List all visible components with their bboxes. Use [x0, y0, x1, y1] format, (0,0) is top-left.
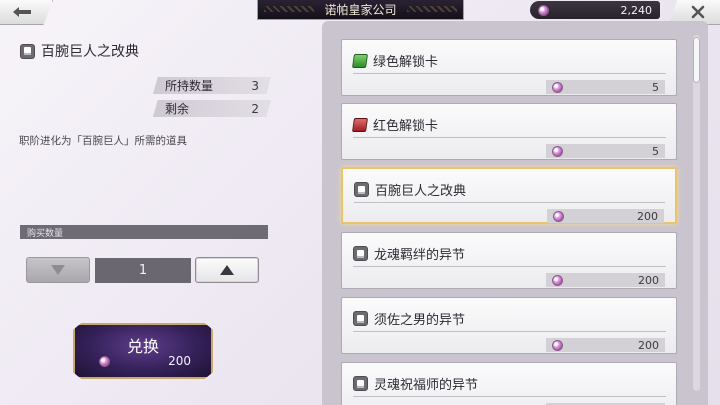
close-icon: [691, 5, 705, 19]
shop-item-price: 200: [546, 273, 665, 287]
exchange-cost: 200: [99, 354, 191, 368]
triangle-up-icon: [220, 265, 234, 275]
shop-item-name-row: 红色解锁卡: [352, 115, 439, 134]
shop-item-name-row: 灵魂祝福师的异节: [353, 374, 478, 393]
back-button[interactable]: [0, 0, 53, 25]
back-arrow-icon: [13, 7, 31, 17]
book-icon: [353, 376, 368, 391]
shop-item-soul-blesser[interactable]: 灵魂祝福师的异节 200: [341, 362, 677, 405]
divider: [353, 266, 666, 267]
title-bar: 诺帕皇家公司: [257, 0, 464, 20]
exchange-cost-value: 200: [168, 354, 191, 368]
purchase-qty-header: 购买数量: [20, 225, 268, 239]
divider: [353, 73, 666, 74]
shop-item-price: 5: [546, 144, 665, 158]
shop-item-name-row: 百腕巨人之改典: [354, 180, 466, 199]
shop-item-label: 龙魂羁绊的异节: [374, 248, 466, 263]
shop-item-label: 须佐之男的异节: [374, 313, 466, 328]
divider: [353, 396, 666, 397]
shop-item-list[interactable]: 绿色解锁卡 5 红色解锁卡 5 百腕巨人之改典 200 龙魂羁绊的异节 200 …: [322, 21, 708, 405]
shop-item-name-row: 绿色解锁卡: [352, 51, 439, 70]
shop-item-label: 百腕巨人之改典: [375, 184, 467, 199]
book-icon: [20, 43, 35, 59]
shop-item-price-value: 5: [652, 80, 659, 94]
scrollbar-thumb[interactable]: [693, 37, 700, 83]
shop-item-label: 红色解锁卡: [373, 119, 439, 134]
gem-icon: [99, 355, 110, 367]
currency-display: 2,240: [530, 1, 660, 19]
shop-item-price-value: 200: [638, 273, 659, 287]
book-icon: [354, 182, 369, 197]
shop-item-susanoo[interactable]: 须佐之男的异节 200: [341, 297, 677, 354]
divider: [353, 137, 666, 138]
divider: [354, 202, 665, 203]
shop-item-price: 200: [547, 209, 664, 223]
list-scrollbar[interactable]: [693, 35, 700, 391]
shop-item-red-unlock-card[interactable]: 红色解锁卡 5: [341, 103, 677, 160]
remaining-label: 剩余: [165, 102, 190, 116]
triangle-down-icon: [51, 265, 65, 275]
divider: [353, 331, 666, 332]
remaining-value: 2: [251, 101, 259, 116]
book-icon: [353, 311, 368, 326]
increase-qty-button[interactable]: [195, 257, 259, 283]
page-title: 诺帕皇家公司: [324, 3, 397, 17]
item-detail-name: 百腕巨人之改典: [41, 44, 139, 60]
gem-icon: [552, 145, 563, 157]
shop-item-price: 200: [546, 338, 665, 352]
gem-icon: [552, 274, 563, 286]
green-card-icon: [352, 53, 368, 68]
shop-item-dragon-soul-bond[interactable]: 龙魂羁绊的异节 200: [341, 232, 677, 289]
owned-label: 所持数量: [165, 79, 214, 93]
book-icon: [353, 246, 368, 261]
gem-icon: [552, 339, 563, 351]
gem-icon: [552, 81, 563, 93]
shop-item-label: 绿色解锁卡: [373, 55, 439, 70]
quantity-field[interactable]: 1: [95, 258, 191, 283]
item-description: 职阶进化为「百腕巨人」所需的道具: [19, 135, 187, 147]
shop-item-label: 灵魂祝福师的异节: [374, 378, 479, 393]
shop-item-price-value: 5: [652, 144, 659, 158]
shop-item-green-unlock-card[interactable]: 绿色解锁卡 5: [341, 39, 677, 96]
decrease-qty-button[interactable]: [26, 257, 90, 283]
currency-value: 2,240: [620, 3, 653, 17]
shop-item-price-value: 200: [638, 338, 659, 352]
shop-item-name-row: 须佐之男的异节: [353, 309, 465, 328]
shop-item-price: 5: [546, 80, 665, 94]
gem-icon: [553, 210, 564, 222]
owned-count-row: 所持数量 3: [153, 77, 271, 94]
item-detail-title: 百腕巨人之改典: [20, 41, 139, 61]
shop-item-hecatoncheires-manual[interactable]: 百腕巨人之改典 200: [341, 167, 677, 224]
shop-item-price-value: 200: [637, 209, 658, 223]
owned-value: 3: [251, 78, 259, 93]
exchange-button[interactable]: 兑换 200: [73, 323, 213, 379]
shop-item-name-row: 龙魂羁绊的异节: [353, 244, 465, 263]
red-card-icon: [352, 117, 368, 132]
remaining-row: 剩余 2: [153, 100, 271, 117]
gem-icon: [538, 4, 549, 16]
